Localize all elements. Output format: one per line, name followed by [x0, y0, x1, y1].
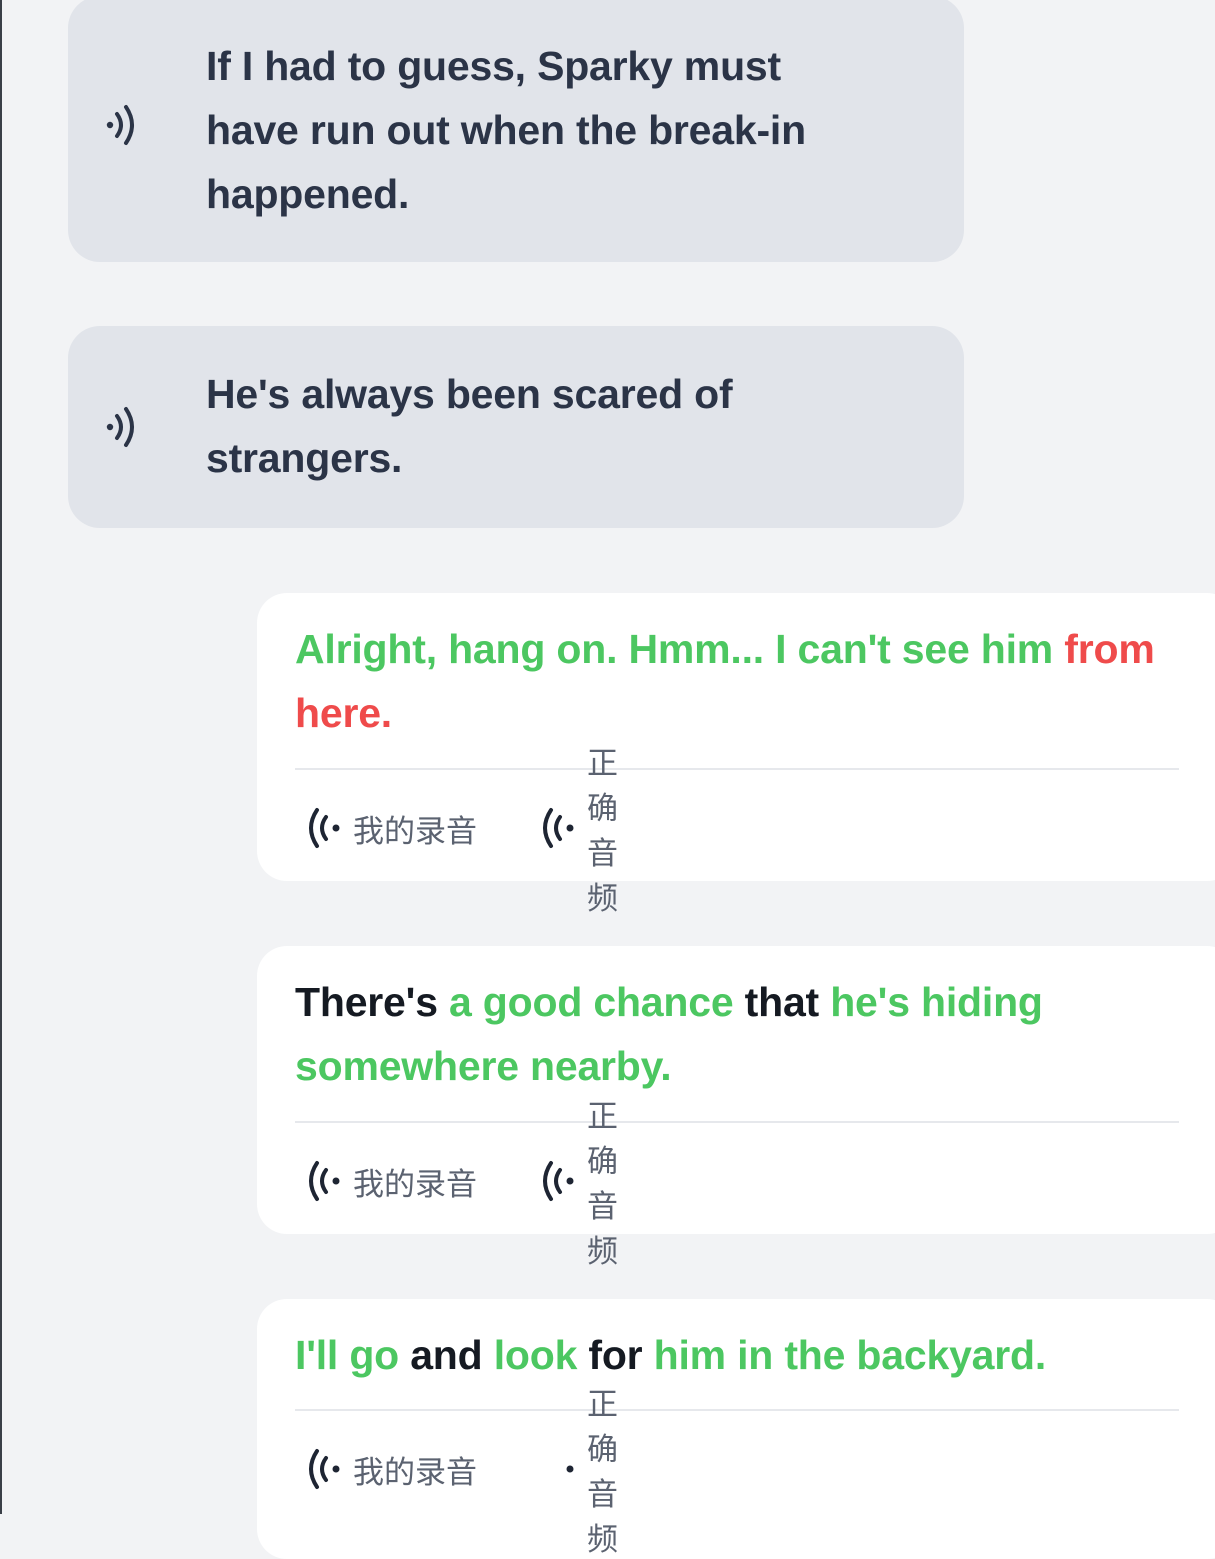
correct-audio-label: 正确音频	[587, 1387, 618, 1558]
scored-sentence: I'll go and look for him in the backyard…	[295, 1323, 1175, 1387]
message-text: If I had to guess, Sparky must have run …	[206, 43, 806, 217]
word-segment-correct: Alright, hang on. Hmm... I can't see him	[295, 626, 1065, 672]
word-segment-neutral: and	[410, 1332, 494, 1378]
my-recording-button[interactable]: 我的录音	[303, 1447, 477, 1492]
correct-audio-button[interactable]: 正确音频	[537, 1379, 618, 1559]
word-segment-correct: I'll go	[295, 1332, 411, 1378]
audio-actions: 我的录音 正确音频	[303, 1099, 618, 1270]
pronunciation-card: There's a good chance that he's hiding s…	[257, 946, 1215, 1270]
my-recording-button[interactable]: 我的录音	[303, 1159, 477, 1204]
message-bubble: If I had to guess, Sparky must have run …	[68, 0, 964, 262]
correct-audio-button[interactable]: 正确音频	[537, 738, 618, 918]
word-segment-neutral: for	[588, 1332, 654, 1378]
playback-wave-icon	[303, 1447, 347, 1491]
word-segment-correct: a good chance	[449, 979, 745, 1025]
audio-actions: 我的录音 正确音频	[303, 1387, 618, 1558]
pronunciation-card: I'll go and look for him in the backyard…	[257, 1299, 1215, 1559]
correct-audio-label: 正确音频	[587, 746, 618, 917]
message-bubble: He's always been scared of strangers.	[68, 326, 964, 528]
message-text: He's always been scared of strangers.	[206, 371, 733, 481]
word-segment-correct: him in the backyard.	[653, 1332, 1047, 1378]
pronunciation-card: Alright, hang on. Hmm... I can't see him…	[257, 593, 1215, 917]
divider	[295, 1409, 1179, 1411]
divider	[295, 1121, 1179, 1123]
word-segment-correct: look	[493, 1332, 589, 1378]
speaker-icon[interactable]	[104, 404, 144, 450]
playing-dot-icon	[537, 1447, 581, 1491]
playback-wave-icon	[537, 1159, 581, 1203]
my-recording-label: 我的录音	[353, 1454, 477, 1491]
word-segment-neutral: that	[744, 979, 831, 1025]
scored-sentence: Alright, hang on. Hmm... I can't see him…	[295, 617, 1175, 745]
divider	[295, 768, 1179, 770]
my-recording-button[interactable]: 我的录音	[303, 806, 477, 851]
my-recording-label: 我的录音	[353, 1166, 477, 1203]
playback-wave-icon	[303, 806, 347, 850]
correct-audio-button[interactable]: 正确音频	[537, 1091, 618, 1271]
correct-audio-label: 正确音频	[587, 1099, 618, 1270]
word-segment-neutral: There's	[295, 979, 449, 1025]
playback-wave-icon	[537, 806, 581, 850]
audio-actions: 我的录音 正确音频	[303, 746, 618, 917]
scored-sentence: There's a good chance that he's hiding s…	[295, 970, 1175, 1098]
playback-wave-icon	[303, 1159, 347, 1203]
speaker-icon[interactable]	[104, 102, 144, 148]
my-recording-label: 我的录音	[353, 813, 477, 850]
